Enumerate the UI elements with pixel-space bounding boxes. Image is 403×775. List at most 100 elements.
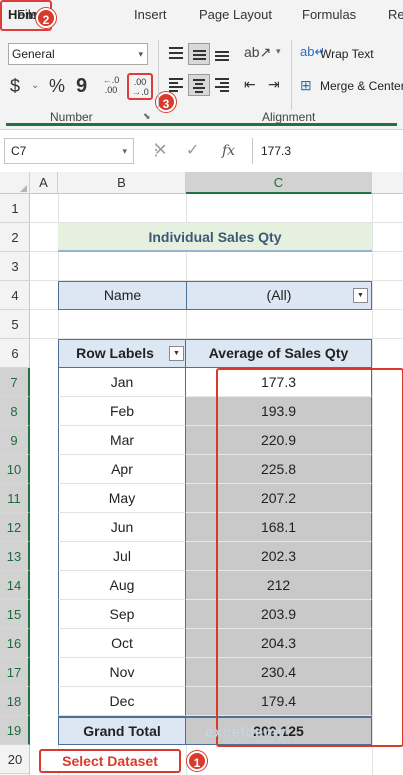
row-header[interactable]: 19 [0, 716, 30, 745]
row-header[interactable]: 1 [0, 194, 30, 223]
pivot-row-value[interactable]: 225.8 [185, 455, 372, 484]
formula-controls: ⋮ ✕ ✓ fx [140, 138, 250, 164]
pivot-row-value[interactable]: 230.4 [185, 658, 372, 687]
pivot-row-label[interactable]: Jun [58, 513, 186, 542]
chevron-down-icon[interactable]: ▾ [276, 46, 281, 57]
pivot-row-value[interactable]: 204.3 [185, 629, 372, 658]
confirm-icon[interactable]: ✓ [186, 138, 199, 164]
column-headers: A B C [0, 172, 403, 194]
comma-icon: 9 [76, 75, 88, 97]
align-left-button[interactable] [165, 74, 187, 96]
tab-page-layout[interactable]: Page Layout [199, 7, 272, 22]
pivot-row-value[interactable]: 177.3 [185, 368, 372, 397]
row-header[interactable]: 12 [0, 513, 30, 542]
pivot-filter: Name (All) ▼ [58, 281, 372, 310]
pivot-row-label[interactable]: Oct [58, 629, 186, 658]
row-header[interactable]: 6 [0, 339, 30, 368]
pivot-header-row-labels: Row Labels ▼ [58, 339, 186, 368]
top-align-button[interactable] [165, 43, 187, 65]
pivot-row-label[interactable]: Aug [58, 571, 186, 600]
tab-file[interactable]: File [17, 7, 38, 22]
row-header[interactable]: 20 [0, 745, 30, 774]
pivot-row-value[interactable]: 202.3 [185, 542, 372, 571]
select-all-button[interactable] [0, 172, 30, 194]
row-header[interactable]: 11 [0, 484, 30, 513]
row-header[interactable]: 18 [0, 687, 30, 716]
column-header-a[interactable]: A [30, 172, 58, 194]
decrease-decimal-button[interactable]: ←.0.00 [100, 75, 122, 95]
column-header-c[interactable]: C [186, 172, 372, 194]
pivot-row-value[interactable]: 179.4 [185, 687, 372, 716]
cancel-icon[interactable]: ✕ [154, 138, 167, 164]
row-header[interactable]: 15 [0, 600, 30, 629]
dialog-launcher-icon[interactable]: ⬊ [143, 111, 151, 122]
chevron-down-icon[interactable]: ⌄ [31, 80, 39, 91]
column-header-b[interactable]: B [58, 172, 186, 194]
chevron-down-icon: ▾ [138, 49, 143, 59]
cell-reference: C7 [11, 144, 27, 158]
worksheet[interactable]: Individual Sales Qty Name (All) ▼ Row La… [30, 194, 403, 775]
number-format-value: General [12, 47, 55, 61]
filter-dropdown-icon[interactable]: ▼ [353, 288, 368, 303]
row-header[interactable]: 5 [0, 310, 30, 339]
pivot-row-label[interactable]: May [58, 484, 186, 513]
arrow-left-icon: ← [102, 75, 112, 85]
name-box[interactable]: C7 ▾ [4, 138, 134, 164]
pivot-row-label[interactable]: Sep [58, 600, 186, 629]
pivot-row-label[interactable]: Apr [58, 455, 186, 484]
filter-label: Name [59, 282, 187, 309]
row-header[interactable]: 3 [0, 252, 30, 281]
tab-formulas[interactable]: Formulas [302, 7, 356, 22]
row-labels-filter-icon[interactable]: ▼ [169, 346, 184, 361]
pivot-row-label[interactable]: Mar [58, 426, 186, 455]
insert-function-icon[interactable]: fx [222, 138, 235, 164]
row-header[interactable]: 17 [0, 658, 30, 687]
decrease-indent-icon[interactable]: ⇤ [244, 76, 256, 93]
ribbon: File Home Insert Page Layout Formulas Re… [0, 0, 403, 130]
align-right-button[interactable] [211, 74, 233, 96]
align-center-button[interactable] [188, 74, 210, 96]
orientation-icon[interactable]: ab↗ [244, 44, 271, 61]
row-header[interactable]: 7 [0, 368, 30, 397]
currency-format-button[interactable]: $ [10, 76, 20, 97]
row-header[interactable]: 2 [0, 223, 30, 252]
pivot-row-value[interactable]: 193.9 [185, 397, 372, 426]
bottom-align-button[interactable] [211, 43, 233, 65]
formula-bar: C7 ▾ ⋮ ✕ ✓ fx 177.3 [0, 138, 403, 164]
row-header[interactable]: 9 [0, 426, 30, 455]
pivot-row-label[interactable]: Dec [58, 687, 186, 716]
chevron-down-icon: ▾ [122, 146, 127, 156]
row-header[interactable]: 13 [0, 542, 30, 571]
wrap-text-button[interactable]: Wrap Text [320, 47, 374, 61]
pivot-row-label[interactable]: Nov [58, 658, 186, 687]
pivot-row-value[interactable]: 203.9 [185, 600, 372, 629]
increase-indent-icon[interactable]: ⇥ [268, 76, 280, 93]
alignment-group-label: Alignment [262, 110, 316, 124]
grand-total-label[interactable]: Grand Total [58, 716, 186, 745]
comma-style-button[interactable]: 9 [76, 75, 87, 98]
merge-center-button[interactable]: Merge & Center [320, 79, 403, 93]
middle-align-button[interactable] [188, 43, 210, 65]
row-header[interactable]: 16 [0, 629, 30, 658]
filter-value[interactable]: (All) [187, 282, 371, 309]
group-separator [291, 40, 292, 110]
row-header[interactable]: 4 [0, 281, 30, 310]
pivot-row-value[interactable]: 220.9 [185, 426, 372, 455]
pivot-row-value[interactable]: 168.1 [185, 513, 372, 542]
increase-decimal-button[interactable]: .00 →.0 [127, 73, 153, 100]
formula-input[interactable]: 177.3 [252, 138, 403, 164]
row-labels-text: Row Labels [76, 345, 154, 361]
pivot-row-label[interactable]: Feb [58, 397, 186, 426]
pivot-row-value[interactable]: 207.2 [185, 484, 372, 513]
row-header[interactable]: 14 [0, 571, 30, 600]
number-format-dropdown[interactable]: General ▾ [8, 43, 148, 65]
pivot-row-value[interactable]: 212 [185, 571, 372, 600]
step-badge-2: 2 [36, 8, 56, 28]
percent-style-button[interactable]: % [49, 76, 65, 97]
tab-insert[interactable]: Insert [134, 7, 167, 22]
pivot-row-label[interactable]: Jan [58, 368, 186, 397]
tab-review[interactable]: Re [388, 7, 403, 22]
row-header[interactable]: 10 [0, 455, 30, 484]
pivot-row-label[interactable]: Jul [58, 542, 186, 571]
row-header[interactable]: 8 [0, 397, 30, 426]
